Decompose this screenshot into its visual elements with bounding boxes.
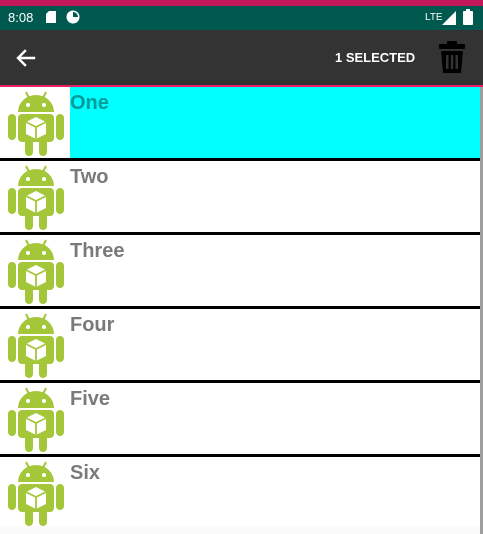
app-notification-icon — [66, 10, 80, 24]
list-item-label: One — [70, 92, 109, 114]
list-item-thumbnail — [0, 309, 70, 380]
status-time: 8:08 — [8, 10, 34, 25]
list-item-thumbnail — [0, 457, 70, 528]
android-icon — [8, 239, 64, 304]
list-item[interactable]: Three — [0, 235, 480, 309]
list-item-label: Three — [70, 240, 125, 262]
list-item-thumbnail — [0, 383, 70, 454]
list-item-thumbnail — [0, 87, 70, 158]
selection-count-title: 1 SELECTED — [335, 50, 416, 65]
list-item-partial — [0, 526, 480, 534]
android-icon — [8, 387, 64, 452]
list-item-label: Five — [70, 388, 111, 410]
android-icon — [8, 313, 64, 378]
list-item-thumbnail — [0, 161, 70, 232]
sd-card-icon — [46, 11, 56, 23]
list-item[interactable]: One — [0, 87, 480, 161]
list-item-label: Four — [70, 314, 115, 336]
trash-icon[interactable] — [434, 39, 470, 75]
network-type: LTE — [425, 12, 443, 23]
list-item-thumbnail — [0, 235, 70, 306]
list-item[interactable]: Four — [0, 309, 480, 383]
item-list: One Two Three Four Five Six — [0, 87, 483, 531]
list-item-label: Six — [70, 462, 101, 484]
list-item[interactable]: Six — [0, 457, 480, 531]
battery-icon — [463, 9, 473, 25]
android-icon — [8, 165, 64, 230]
status-bar: 8:08 LTE — [0, 6, 483, 30]
signal-icon — [442, 11, 456, 25]
arrow-back-icon[interactable] — [12, 44, 40, 72]
list-item-label: Two — [70, 166, 109, 188]
android-icon — [8, 461, 64, 526]
android-icon — [8, 91, 64, 156]
app-bar: 1 SELECTED — [0, 30, 483, 85]
list-item[interactable]: Two — [0, 161, 480, 235]
list-item[interactable]: Five — [0, 383, 480, 457]
